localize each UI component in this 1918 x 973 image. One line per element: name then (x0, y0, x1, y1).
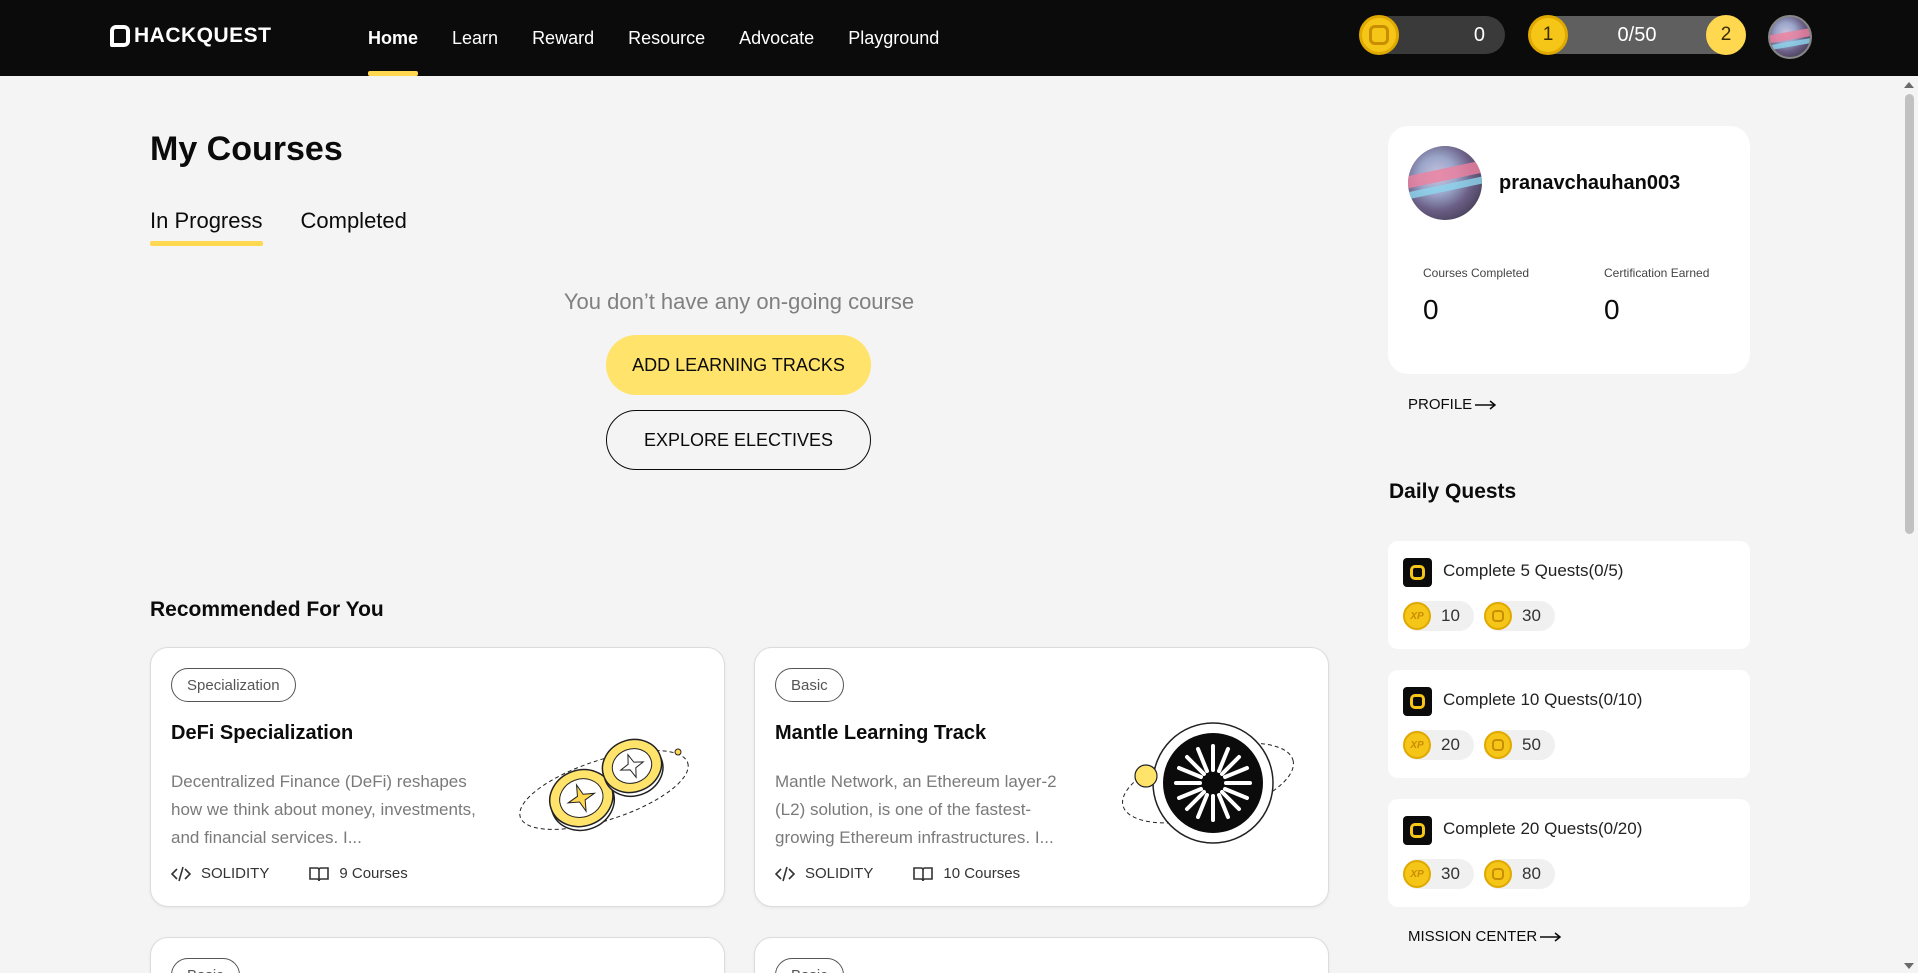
coin-icon (1359, 15, 1399, 55)
mantle-illustration-icon (1122, 722, 1294, 844)
book-icon (309, 866, 330, 881)
empty-state-message: You don’t have any on-going course (563, 289, 915, 314)
course-description: Mantle Network, an Ethereum layer-2 (L2)… (775, 772, 1057, 847)
course-meta: SOLIDITY 10 Courses (775, 865, 1020, 882)
quest-icon (1403, 687, 1432, 716)
coin-value: 50 (1522, 735, 1541, 754)
profile-card: pranavchauhan003 Courses Completed 0 Cer… (1388, 126, 1750, 374)
coin-reward: 50 (1484, 730, 1555, 760)
scroll-down-icon[interactable] (1904, 963, 1914, 969)
xp-value: 10 (1441, 606, 1460, 625)
course-count: 9 Courses (339, 865, 408, 882)
course-language: SOLIDITY (201, 865, 270, 882)
xp-icon: XP (1403, 731, 1431, 759)
xp-icon: XP (1403, 860, 1431, 888)
tab-in-progress[interactable]: In Progress (150, 208, 263, 246)
mission-center-label: MISSION CENTER (1408, 928, 1538, 945)
next-level-badge: 2 (1706, 15, 1746, 55)
page-title: My Courses (150, 130, 343, 168)
profile-link[interactable]: PROFILE (1408, 396, 1497, 413)
course-level-badge: Basic (775, 958, 844, 973)
book-icon (913, 866, 934, 881)
course-level-badge: Specialization (171, 668, 296, 702)
quest-item[interactable]: Complete 20 Quests(0/20) XP 30 80 (1388, 799, 1750, 907)
user-avatar[interactable] (1768, 15, 1812, 59)
stat-value: 0 (1423, 294, 1439, 325)
courses-completed-stat: Courses Completed 0 (1423, 266, 1529, 326)
course-level-badge: Basic (171, 958, 240, 973)
code-icon (775, 866, 795, 881)
xp-value: 30 (1441, 864, 1460, 883)
course-tabs: In Progress Completed (150, 208, 407, 246)
coin-reward: 80 (1484, 859, 1555, 889)
nav-item-reward[interactable]: Reward (515, 0, 611, 76)
nav-item-playground[interactable]: Playground (831, 0, 956, 76)
coin-icon (1484, 731, 1512, 759)
stat-label: Courses Completed (1423, 266, 1530, 280)
recommended-title: Recommended For You (150, 598, 384, 621)
explore-electives-button[interactable]: EXPLORE ELECTIVES (606, 410, 871, 470)
quest-item[interactable]: Complete 10 Quests(0/10) XP 20 50 (1388, 670, 1750, 778)
coin-value: 80 (1522, 864, 1541, 883)
certification-stat: Certification Earned 0 (1604, 266, 1709, 326)
coin-count: 0 (1473, 24, 1485, 46)
level-progress[interactable]: 1 0/50 2 (1528, 15, 1746, 55)
brand-logo[interactable]: HACKQUEST (110, 24, 272, 48)
nav-item-resource[interactable]: Resource (611, 0, 722, 76)
course-level-badge: Basic (775, 668, 844, 702)
scroll-thumb[interactable] (1905, 94, 1914, 534)
course-title: DeFi Specialization (171, 722, 354, 744)
brand-name: HACKQUEST (134, 24, 272, 47)
quest-item[interactable]: Complete 5 Quests(0/5) XP 10 30 (1388, 541, 1750, 649)
course-card[interactable]: Basic (754, 937, 1329, 973)
daily-quests-title: Daily Quests (1389, 480, 1517, 503)
coin-balance[interactable]: 0 (1359, 15, 1505, 55)
quest-title: Complete 10 Quests(0/10) (1443, 690, 1643, 709)
quest-title: Complete 5 Quests(0/5) (1443, 561, 1624, 580)
quest-title: Complete 20 Quests(0/20) (1443, 819, 1643, 838)
course-card[interactable]: Basic Mantle Learning Track Mantle Netwo… (754, 647, 1329, 907)
course-language: SOLIDITY (805, 865, 874, 882)
course-card[interactable]: Specialization DeFi Specialization Decen… (150, 647, 725, 907)
stat-label: Certification Earned (1604, 266, 1710, 280)
course-count: 10 Courses (943, 865, 1021, 882)
stat-value: 0 (1604, 294, 1620, 325)
nav-item-learn[interactable]: Learn (435, 0, 515, 76)
coin-value: 30 (1522, 606, 1541, 625)
mission-center-link[interactable]: MISSION CENTER (1408, 928, 1562, 945)
course-title: Mantle Learning Track (775, 722, 987, 744)
nav-item-home[interactable]: Home (351, 0, 435, 76)
scroll-up-icon[interactable] (1904, 82, 1914, 88)
course-card[interactable]: Basic (150, 937, 725, 973)
page-scrollbar[interactable] (1900, 76, 1918, 973)
add-learning-tracks-button[interactable]: ADD LEARNING TRACKS (606, 335, 871, 395)
profile-avatar[interactable] (1408, 146, 1482, 220)
xp-reward: XP 10 (1403, 601, 1474, 631)
xp-icon: XP (1403, 602, 1431, 630)
coins-illustration-icon (519, 738, 689, 832)
top-nav: HACKQUEST Home Learn Reward Resource Adv… (0, 0, 1918, 76)
main-nav: Home Learn Reward Resource Advocate Play… (351, 0, 956, 76)
nav-item-advocate[interactable]: Advocate (722, 0, 831, 76)
course-description: Decentralized Finance (DeFi) reshapes ho… (171, 772, 476, 847)
coin-icon (1484, 860, 1512, 888)
xp-value: 20 (1441, 735, 1460, 754)
username: pranavchauhan003 (1499, 172, 1681, 194)
coin-icon (1484, 602, 1512, 630)
quest-icon (1403, 558, 1432, 587)
arrow-right-icon (1475, 399, 1497, 410)
coin-reward: 30 (1484, 601, 1555, 631)
quest-icon (1403, 816, 1432, 845)
logo-icon (110, 25, 130, 47)
xp-reward: XP 20 (1403, 730, 1474, 760)
code-icon (171, 866, 191, 881)
course-meta: SOLIDITY 9 Courses (171, 865, 408, 882)
profile-link-label: PROFILE (1408, 396, 1473, 413)
arrow-right-icon (1540, 931, 1562, 942)
tab-completed[interactable]: Completed (301, 208, 407, 246)
xp-reward: XP 30 (1403, 859, 1474, 889)
